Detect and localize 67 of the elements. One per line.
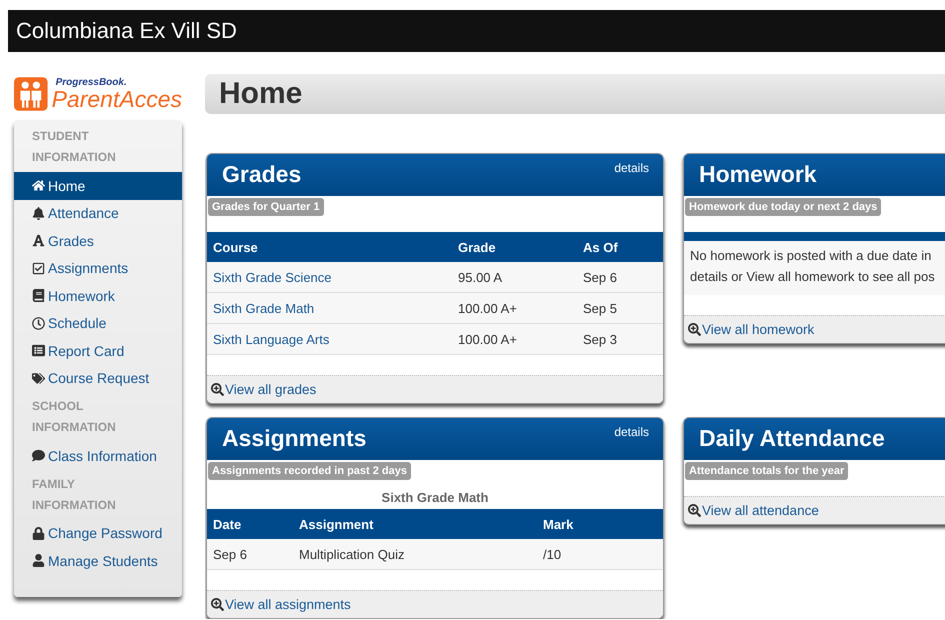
- checkbox-icon: [32, 262, 45, 275]
- sidebar-item[interactable]: Class Information: [14, 442, 182, 470]
- zoom-icon: [688, 504, 701, 517]
- card-title: Assignments: [222, 425, 366, 452]
- course-link[interactable]: Sixth Grade Science: [207, 262, 452, 293]
- column-header: Grade: [452, 232, 577, 262]
- sidebar-item[interactable]: Attendance: [14, 200, 182, 227]
- sidebar-item[interactable]: Grades: [14, 227, 182, 254]
- view-all-link[interactable]: View all grades: [211, 382, 316, 397]
- details-link[interactable]: details: [614, 161, 649, 175]
- sidebar-heading: SCHOOL INFORMATION: [31, 398, 117, 436]
- card-title: Daily Attendance: [699, 425, 885, 452]
- table-cell: 100.00 A+: [452, 293, 577, 324]
- sidebar-item[interactable]: Change Password: [14, 520, 182, 547]
- letter-icon: [32, 234, 45, 248]
- sidebar-heading: FAMILY INFORMATION: [31, 476, 117, 514]
- sidebar-item[interactable]: Course Request: [14, 364, 182, 392]
- table-cell: Sep 6: [207, 539, 293, 570]
- empty-message: No homework is posted with a due date in details or View all homework to see all pos: [684, 241, 945, 295]
- speech-bubble-icon: [32, 449, 45, 462]
- page-title: Home: [219, 77, 302, 111]
- column-header: Date: [207, 509, 293, 539]
- sidebar-item[interactable]: Homework: [14, 282, 182, 310]
- column-header: Mark: [537, 509, 663, 539]
- sidebar-heading: STUDENT INFORMATION: [31, 128, 117, 166]
- sidebar-item[interactable]: Assignments: [14, 254, 182, 282]
- column-header: Course: [207, 232, 452, 262]
- table-cell: /10: [537, 539, 663, 570]
- bell-icon: [32, 206, 45, 220]
- details-link[interactable]: details: [614, 425, 649, 439]
- table-cell: Sep 6: [577, 262, 663, 293]
- table-caption: Sixth Grade Math: [380, 490, 490, 505]
- home-icon: [32, 179, 45, 192]
- table-cell: 100.00 A+: [452, 324, 577, 355]
- zoom-icon: [688, 323, 701, 336]
- lock-icon: [32, 526, 45, 540]
- view-all-link[interactable]: View all homework: [688, 322, 814, 337]
- section-label: Attendance totals for the year: [685, 462, 848, 480]
- card-title: Homework: [699, 161, 817, 188]
- section-label: Homework due today or next 2 days: [685, 198, 882, 216]
- table-cell: Sep 3: [577, 324, 663, 355]
- product-name: ParentAcces: [52, 88, 182, 110]
- course-link[interactable]: Sixth Grade Math: [207, 293, 452, 324]
- sidebar-item[interactable]: Schedule: [14, 310, 182, 337]
- book-icon: [32, 289, 45, 302]
- district-title: Columbiana Ex Vill SD: [16, 18, 237, 44]
- zoom-icon: [211, 383, 224, 396]
- section-label: Assignments recorded in past 2 days: [208, 462, 412, 480]
- card-title: Grades: [222, 161, 302, 188]
- table-cell: 95.00 A: [452, 262, 577, 293]
- column-header: As Of: [577, 232, 663, 262]
- table-cell: Multiplication Quiz: [293, 539, 537, 570]
- table-cell: Sep 5: [577, 293, 663, 324]
- section-label: Grades for Quarter 1: [208, 198, 324, 216]
- clock-icon: [32, 316, 45, 330]
- tag-icon: [32, 372, 45, 385]
- view-all-link[interactable]: View all attendance: [688, 503, 819, 518]
- column-header: Assignment: [293, 509, 537, 539]
- sidebar-item[interactable]: Report Card: [14, 337, 182, 364]
- zoom-icon: [211, 598, 224, 611]
- course-link[interactable]: Sixth Language Arts: [207, 324, 452, 355]
- brand-name: ProgressBook.: [56, 78, 128, 88]
- sidebar-item[interactable]: Manage Students: [14, 547, 182, 574]
- view-all-link[interactable]: View all assignments: [211, 597, 351, 612]
- list-icon: [32, 344, 45, 358]
- user-icon: [32, 554, 45, 568]
- sidebar-item[interactable]: Home: [14, 172, 182, 200]
